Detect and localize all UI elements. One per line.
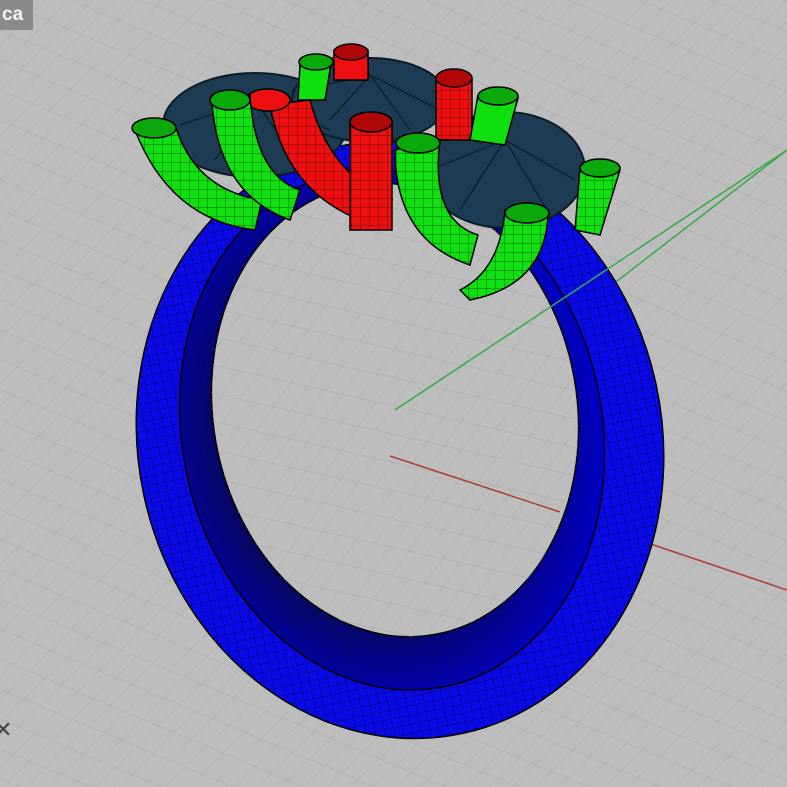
viewport-title-label[interactable]: ca xyxy=(0,0,34,30)
ring-model-scene[interactable] xyxy=(0,0,787,787)
3d-viewport[interactable]: ca ✕ xyxy=(0,0,787,787)
x-axis-marker-icon: ✕ xyxy=(0,718,13,743)
